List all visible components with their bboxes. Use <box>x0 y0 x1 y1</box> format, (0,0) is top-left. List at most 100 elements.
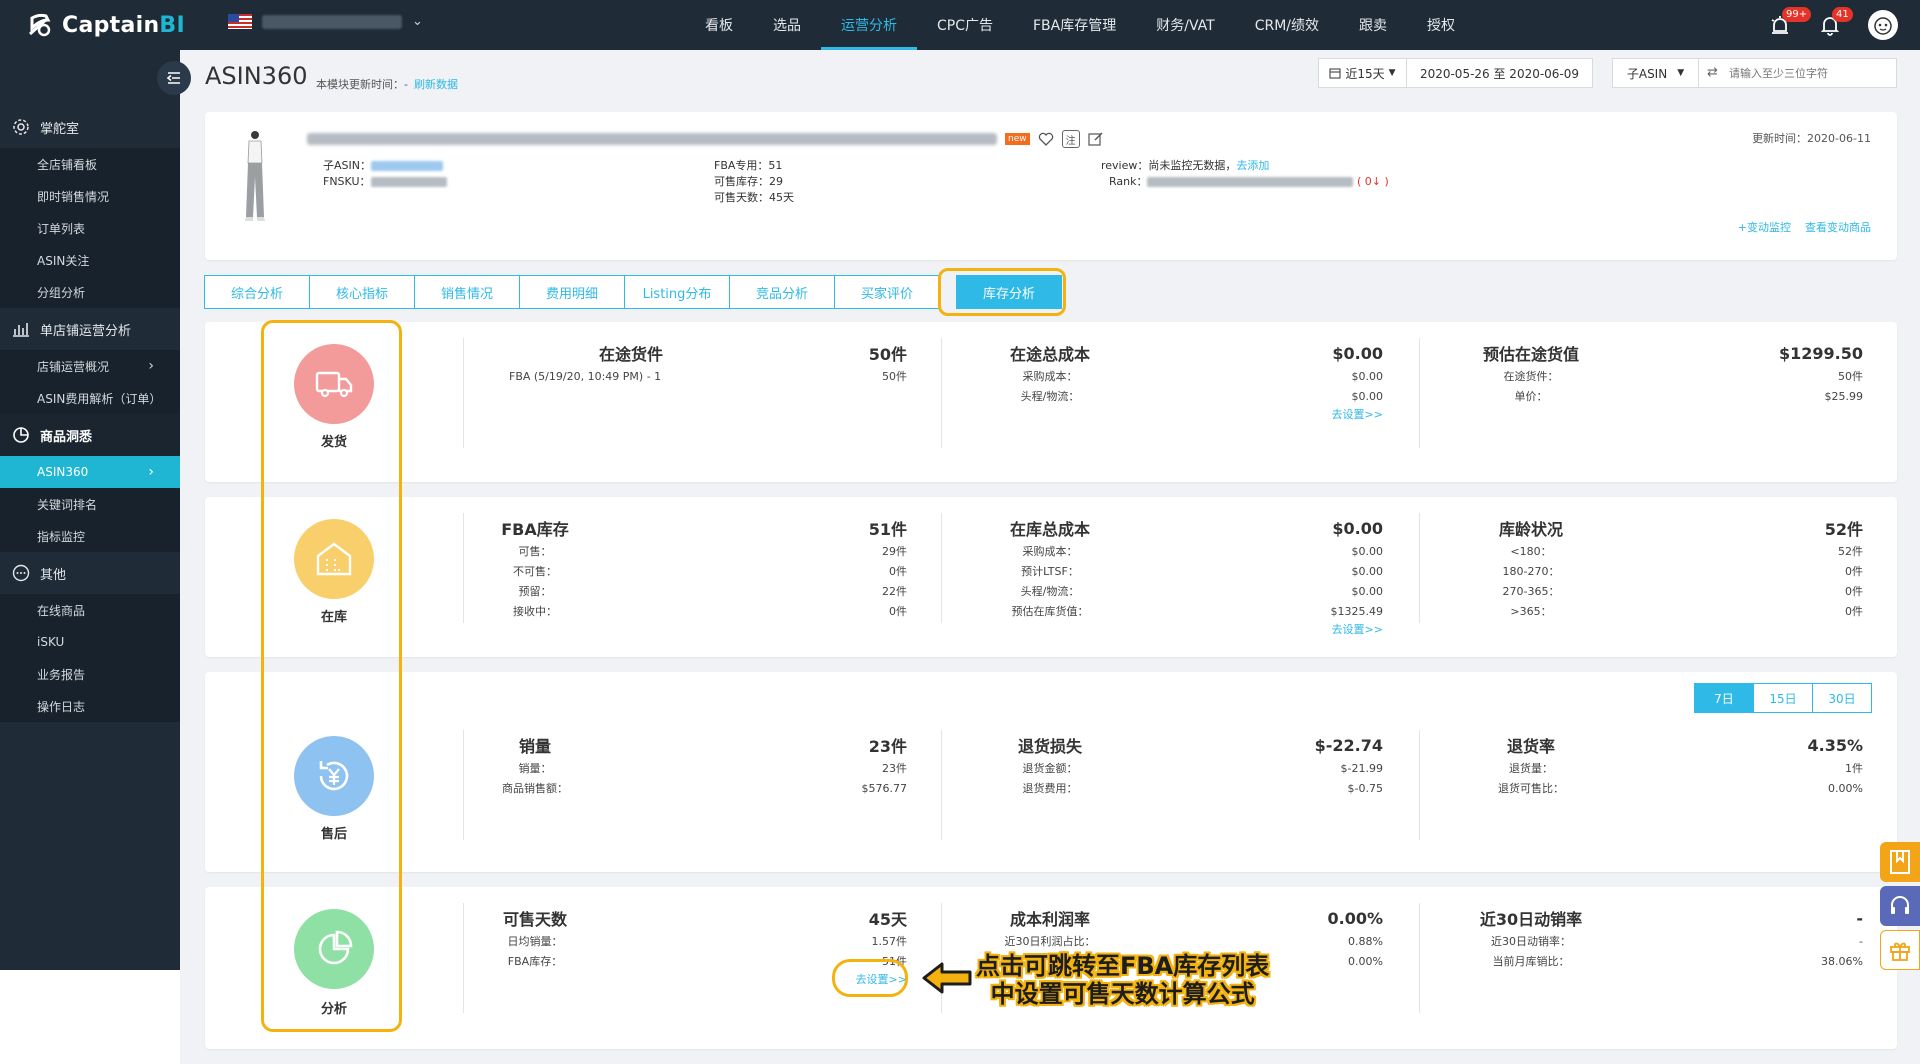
sidebar-group-product-insight[interactable]: 商品洞悉 <box>0 414 180 456</box>
nav-fba-inventory[interactable]: FBA库存管理 <box>1013 0 1136 50</box>
review-add-link[interactable]: 去添加 <box>1236 159 1269 172</box>
sidebar-item-keyword-rank[interactable]: 关键词排名 <box>0 488 180 520</box>
edit-icon[interactable] <box>1088 131 1104 147</box>
sidebar-group-cockpit[interactable]: 掌舵室 <box>0 106 180 148</box>
swap-icon[interactable]: ⇄ <box>1707 65 1718 80</box>
tab-sales[interactable]: 销售情况 <box>414 275 520 309</box>
divider <box>463 730 464 840</box>
sidebar-bottom-blank <box>0 970 180 1064</box>
stock-cost-col: 在库总成本 $0.00 采购成本： $0.00 预计LTSF： $0.00 头程/物流… <box>980 515 1383 639</box>
sidebar-item-label: ASIN360 <box>37 465 89 479</box>
stat-value: 52件 <box>1824 520 1863 539</box>
change-monitor-link[interactable]: +变动监控 <box>1738 219 1791 235</box>
product-title-row: new 注 <box>307 130 1104 148</box>
nav-authorization[interactable]: 授权 <box>1407 0 1475 50</box>
sidebar-item-asin-fee[interactable]: ASIN费用解析（订单） <box>0 382 180 414</box>
nav-finance-vat[interactable]: 财务/VAT <box>1136 0 1234 50</box>
sidebar-group-other[interactable]: 其他 <box>0 552 180 594</box>
stock-circle <box>294 519 374 599</box>
search-type-select[interactable]: 子ASIN ▼ <box>1613 59 1699 87</box>
sidebar-item-asin360[interactable]: ASIN360 › <box>0 456 180 488</box>
asin-search-input[interactable] <box>1699 59 1896 87</box>
date-range-value[interactable]: 2020-05-26 至 2020-06-09 <box>1407 65 1592 82</box>
stat-value: $-22.74 <box>1314 735 1383 755</box>
tab-overview[interactable]: 综合分析 <box>204 275 310 309</box>
product-image[interactable] <box>235 127 275 227</box>
notifications-badge: 41 <box>1832 7 1853 22</box>
captainbi-logo[interactable]: CaptainBI <box>24 10 185 40</box>
store-selector[interactable]: ⌄ <box>228 14 423 29</box>
top-navbar: CaptainBI ⌄ 看板 选品 运营分析 CPC广告 FBA库存管理 财务/… <box>0 0 1920 50</box>
tab-reviews[interactable]: 买家评价 <box>834 275 940 309</box>
chevron-right-icon: › <box>148 358 154 374</box>
sidebar-item-online-products[interactable]: 在线商品 <box>0 594 180 626</box>
sidebar-item-asin-follow[interactable]: ASIN关注 <box>0 244 180 276</box>
period-7d-button[interactable]: 7日 <box>1694 683 1754 713</box>
period-15d-button[interactable]: 15日 <box>1753 683 1813 713</box>
sidebar-item-operation-log[interactable]: 操作日志 <box>0 690 180 722</box>
after-sales-label: 售后 <box>320 827 347 842</box>
divider <box>1419 730 1420 840</box>
tab-fees[interactable]: 费用明细 <box>519 275 625 309</box>
tab-competitors[interactable]: 竞品分析 <box>729 275 835 309</box>
nav-product-selection[interactable]: 选品 <box>753 0 821 50</box>
go-settings-highlight-frame <box>832 959 908 997</box>
divider <box>1419 513 1420 623</box>
support-float-button[interactable] <box>1880 886 1920 926</box>
sidebar-collapse-button[interactable] <box>157 61 191 95</box>
shipping-label: 发货 <box>320 435 347 450</box>
user-avatar[interactable] <box>1868 10 1898 40</box>
nav-cpc-ads[interactable]: CPC广告 <box>917 0 1013 50</box>
analysis-tabs: 综合分析 核心指标 销售情况 费用明细 Listing分布 竞品分析 买家评价 … <box>204 275 1062 309</box>
sell-through-col: 近30日动销率 - 近30日动销率： - 当前月库销比： 38.06% <box>1479 908 1863 969</box>
analysis-label: 分析 <box>320 1002 347 1017</box>
nav-dashboard[interactable]: 看板 <box>685 0 753 50</box>
sidebar-group-store-analysis[interactable]: 单店铺运营分析 <box>0 308 180 350</box>
rank-category <box>1147 177 1354 187</box>
sidebar-item-all-stores[interactable]: 全店铺看板 <box>0 148 180 180</box>
child-asin-row: 子ASIN： <box>323 158 447 174</box>
sidebar-item-store-overview[interactable]: 店铺运营概况 › <box>0 350 180 382</box>
bookmark-float-button[interactable] <box>1880 842 1920 882</box>
tab-listing[interactable]: Listing分布 <box>624 275 730 309</box>
sidebar-item-metric-monitor[interactable]: 指标监控 <box>0 520 180 552</box>
tab-core-metrics[interactable]: 核心指标 <box>309 275 415 309</box>
sidebar-item-live-sales[interactable]: 即时销售情况 <box>0 180 180 212</box>
period-30d-button[interactable]: 30日 <box>1812 683 1872 713</box>
product-stock-info: FBA专用：51 可售库存：29 可售天数：45天 <box>714 158 794 206</box>
child-asin-value[interactable] <box>370 161 443 171</box>
alarm-icon[interactable]: 99+ <box>1768 7 1812 37</box>
date-preset-dropdown[interactable]: 近15天 ▼ <box>1319 59 1407 87</box>
product-links: +变动监控 查看变动商品 <box>1738 219 1871 235</box>
analysis-circle <box>294 909 374 989</box>
main-nav: 看板 选品 运营分析 CPC广告 FBA库存管理 财务/VAT CRM/绩效 跟… <box>685 0 1475 50</box>
sidebar-item-orders[interactable]: 订单列表 <box>0 212 180 244</box>
sidebar-item-business-report[interactable]: 业务报告 <box>0 658 180 690</box>
go-settings-link[interactable]: 去设置>> <box>1332 621 1383 639</box>
gift-float-button[interactable] <box>1880 930 1920 970</box>
heart-icon[interactable] <box>1038 132 1054 146</box>
bell-icon[interactable]: 41 <box>1818 7 1853 37</box>
fba-stock-col: FBA库存 51件 可售： 29件 不可售： 0件 预留： 22件 接收中： 0件 <box>465 515 907 621</box>
nav-operations-analysis[interactable]: 运营分析 <box>821 0 917 50</box>
bar-chart-icon <box>13 323 29 337</box>
gear-icon <box>13 119 29 135</box>
pie-icon <box>13 427 29 443</box>
divider <box>941 513 942 623</box>
sidebar-item-group-analysis[interactable]: 分组分析 <box>0 276 180 308</box>
view-changes-link[interactable]: 查看变动商品 <box>1805 219 1871 235</box>
stock-label: 在库 <box>320 610 347 625</box>
review-row: review：尚未监控无数据，去添加 <box>1101 159 1270 172</box>
stat-value: 0.00% <box>1327 908 1383 928</box>
refresh-data-link[interactable]: 刷新数据 <box>414 78 458 91</box>
annotation-line2: 中设置可售天数计算公式 <box>990 980 1255 1008</box>
product-title[interactable] <box>307 133 997 145</box>
note-icon[interactable]: 注 <box>1061 130 1080 148</box>
nav-crm[interactable]: CRM/绩效 <box>1235 0 1339 50</box>
go-settings-link[interactable]: 去设置>> <box>1332 406 1383 424</box>
sidebar-item-isku[interactable]: iSKU <box>0 626 180 658</box>
nav-follow-sell[interactable]: 跟卖 <box>1339 0 1407 50</box>
product-summary-card: new 注 子ASIN： FNSKU： FBA专用：51 可售库存：29 可售天… <box>205 112 1897 260</box>
after-sales-circle <box>294 736 374 816</box>
